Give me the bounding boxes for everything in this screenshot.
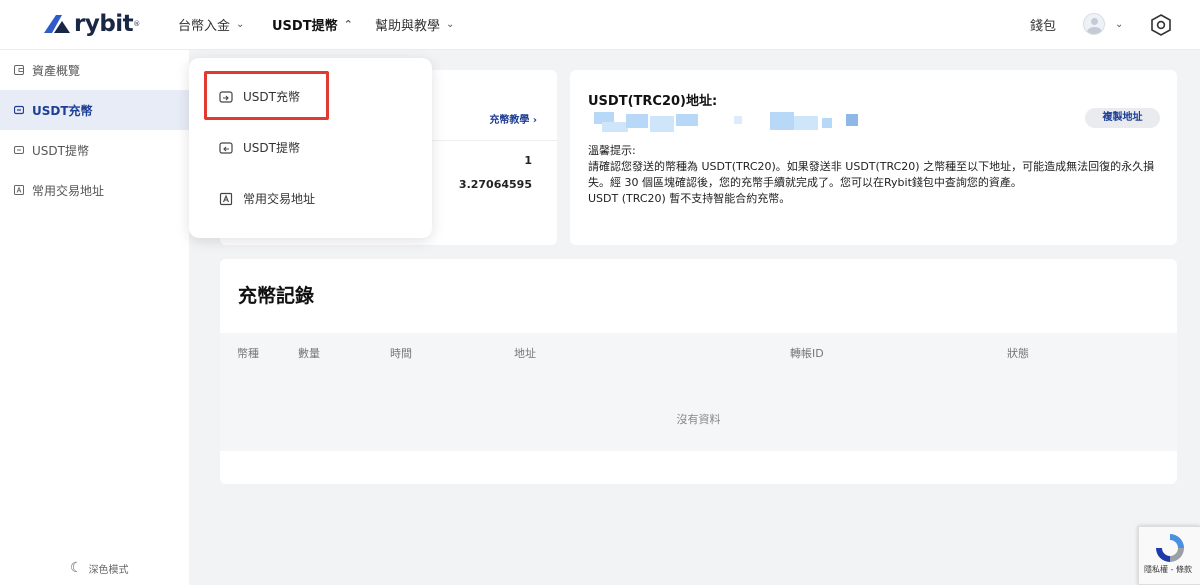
column-header: 轉帳ID — [790, 347, 824, 360]
dropdown-item-usdt-deposit[interactable]: USDT充幣 — [219, 88, 300, 105]
blurred-address — [594, 112, 858, 134]
deposit-tutorial-link[interactable]: 充幣教學 › — [489, 111, 537, 126]
nav-help-label: 幫助與教學 — [375, 19, 441, 34]
sidebar: 資產概覽 USDT充幣 USDT提幣 常用交易地址 ☾ 深色模式 — [0, 50, 189, 585]
dropdown-item-usdt-withdraw[interactable]: USDT提幣 — [219, 139, 300, 156]
chevron-down-icon: ⌄ — [446, 19, 455, 30]
dropdown-item-label: USDT提幣 — [243, 141, 300, 155]
chevron-up-icon: ⌃ — [343, 18, 353, 31]
empty-state-text: 沒有資料 — [676, 413, 721, 426]
deposit-icon — [14, 105, 24, 115]
recaptcha-icon — [1156, 534, 1184, 562]
summary-value-2: 3.27064595 — [458, 178, 532, 191]
summary-value-1: 1 — [524, 154, 532, 167]
usdt-dropdown-menu: USDT充幣 USDT提幣 常用交易地址 — [189, 58, 432, 238]
settings-icon[interactable] — [1151, 14, 1171, 40]
column-header: 狀態 — [1007, 347, 1029, 360]
chevron-down-icon: ⌄ — [1115, 18, 1124, 30]
logo-mark-icon — [42, 13, 72, 35]
sidebar-item-label: 常用交易地址 — [32, 183, 105, 198]
address-book-icon — [14, 185, 24, 195]
deposit-notice: 溫馨提示: 請確認您發送的幣種為 USDT(TRC20)。如果發送非 USDT(… — [588, 143, 1163, 207]
deposit-address-card: USDT(TRC20)地址: 複製地址 溫馨提示: 請確認您發送的幣種為 USD… — [570, 70, 1177, 245]
sidebar-item-usdt-withdraw[interactable]: USDT提幣 — [0, 130, 189, 170]
notice-line: USDT (TRC20) 暫不支持智能合約充幣。 — [588, 192, 791, 205]
top-bar: rybit ® 台幣入金 ⌄ USDT提幣 ⌃ 幫助與教學 ⌄ 錢包 ⌄ — [0, 0, 1200, 50]
nav-usdt-withdraw[interactable]: USDT提幣 ⌃ — [272, 15, 353, 34]
dark-mode-toggle[interactable]: ☾ 深色模式 — [70, 560, 129, 576]
nav-deposit-twd-label: 台幣入金 — [178, 19, 231, 34]
column-header: 幣種 — [237, 347, 259, 360]
column-header: 地址 — [514, 347, 536, 360]
copy-address-button[interactable]: 複製地址 — [1085, 108, 1160, 128]
records-table: 幣種 數量 時間 地址 轉帳ID 狀態 沒有資料 — [220, 333, 1177, 451]
address-book-icon — [219, 192, 233, 206]
logo-text: rybit — [74, 11, 134, 37]
nav-help[interactable]: 幫助與教學 ⌄ — [375, 15, 454, 34]
account-menu[interactable]: ⌄ — [1083, 13, 1123, 35]
recaptcha-badge[interactable]: 隱私權 - 條款 — [1138, 526, 1200, 585]
logo-reg-mark: ® — [133, 20, 141, 28]
sidebar-item-label: USDT充幣 — [32, 103, 93, 118]
recaptcha-terms[interactable]: 隱私權 - 條款 — [1144, 564, 1192, 575]
deposit-icon — [219, 90, 233, 104]
dropdown-item-label: 常用交易地址 — [243, 192, 316, 206]
nav-wallet[interactable]: 錢包 — [1030, 15, 1056, 34]
notice-line: 請確認您發送的幣種為 USDT(TRC20)。如果發送非 USDT(TRC20)… — [588, 160, 1155, 189]
withdraw-icon — [14, 145, 24, 155]
sidebar-item-usdt-deposit[interactable]: USDT充幣 — [0, 90, 189, 130]
dark-mode-label: 深色模式 — [88, 564, 129, 576]
column-header: 數量 — [298, 347, 320, 360]
wallet-icon — [14, 65, 24, 75]
chevron-down-icon: ⌄ — [236, 19, 245, 30]
rybit-logo[interactable]: rybit ® — [42, 12, 140, 36]
withdraw-icon — [219, 141, 233, 155]
column-header: 時間 — [390, 347, 412, 360]
moon-icon: ☾ — [70, 560, 83, 576]
records-title: 充幣記錄 — [238, 285, 315, 307]
sidebar-item-label: USDT提幣 — [32, 143, 89, 158]
dropdown-item-address-book[interactable]: 常用交易地址 — [219, 190, 315, 207]
nav-deposit-twd[interactable]: 台幣入金 ⌄ — [178, 15, 244, 34]
avatar — [1083, 13, 1105, 35]
dropdown-item-label: USDT充幣 — [243, 90, 300, 104]
notice-title: 溫馨提示: — [588, 144, 636, 157]
deposit-records-card: 充幣記錄 幣種 數量 時間 地址 轉帳ID 狀態 沒有資料 — [220, 259, 1177, 484]
sidebar-item-overview[interactable]: 資產概覽 — [0, 50, 189, 90]
address-title: USDT(TRC20)地址: — [588, 94, 718, 109]
nav-usdt-withdraw-label: USDT提幣 — [272, 19, 338, 34]
sidebar-item-address-book[interactable]: 常用交易地址 — [0, 170, 189, 210]
sidebar-item-label: 資產概覽 — [32, 63, 81, 78]
